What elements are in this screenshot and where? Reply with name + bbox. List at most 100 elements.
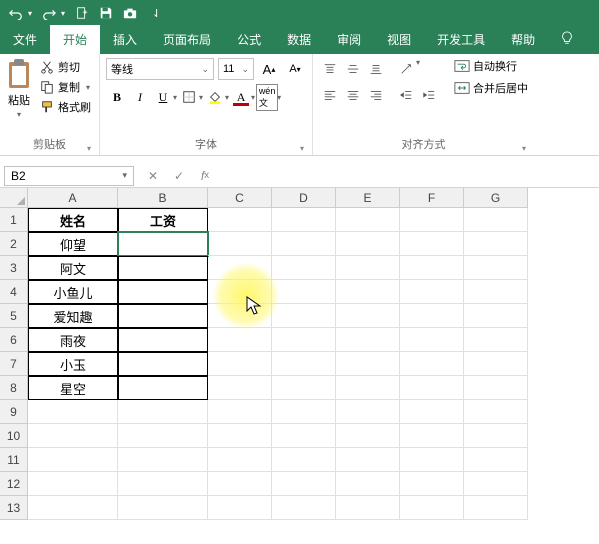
tab-view[interactable]: 视图 — [374, 25, 424, 54]
column-header[interactable]: E — [336, 188, 400, 208]
row-header[interactable]: 6 — [0, 328, 28, 352]
decrease-indent-icon[interactable] — [395, 84, 417, 106]
cell[interactable] — [464, 352, 528, 376]
paste-button[interactable]: 粘贴 ▾ — [6, 58, 32, 119]
tab-help[interactable]: 帮助 — [498, 25, 548, 54]
cell[interactable] — [28, 448, 118, 472]
cell[interactable] — [208, 232, 272, 256]
tab-home[interactable]: 开始 — [50, 25, 100, 54]
formula-input[interactable] — [218, 166, 599, 186]
cell[interactable] — [118, 232, 208, 256]
save-icon[interactable] — [95, 2, 117, 24]
cell[interactable] — [208, 208, 272, 232]
cell[interactable] — [118, 328, 208, 352]
grow-font-icon[interactable]: A▴ — [258, 58, 280, 80]
phonetic-button[interactable]: wén 文 — [256, 86, 278, 108]
align-middle-icon[interactable] — [342, 58, 364, 80]
cell[interactable] — [464, 328, 528, 352]
column-header[interactable]: C — [208, 188, 272, 208]
underline-button[interactable]: U — [152, 86, 174, 108]
cell[interactable] — [272, 208, 336, 232]
tell-me-icon[interactable] — [552, 27, 582, 54]
cell[interactable] — [208, 448, 272, 472]
cell[interactable] — [400, 376, 464, 400]
row-header[interactable]: 12 — [0, 472, 28, 496]
cell[interactable] — [400, 208, 464, 232]
tab-dev[interactable]: 开发工具 — [424, 25, 498, 54]
font-size-combo[interactable]: 11⌄ — [218, 58, 254, 80]
undo-icon[interactable] — [5, 2, 27, 24]
orientation-icon[interactable] — [395, 58, 417, 80]
cell[interactable] — [336, 328, 400, 352]
cut-button[interactable]: 剪切 — [38, 58, 93, 76]
cell[interactable] — [208, 376, 272, 400]
cell[interactable] — [464, 448, 528, 472]
cell[interactable] — [208, 424, 272, 448]
wrap-text-button[interactable]: 自动换行 — [454, 58, 528, 74]
cell[interactable] — [28, 496, 118, 520]
cell[interactable] — [336, 256, 400, 280]
qat-overflow-icon[interactable]: ⇃ — [152, 7, 161, 20]
italic-button[interactable]: I — [129, 86, 151, 108]
cell[interactable] — [336, 424, 400, 448]
cell[interactable] — [272, 328, 336, 352]
tab-data[interactable]: 数据 — [274, 25, 324, 54]
cell[interactable] — [118, 376, 208, 400]
row-header[interactable]: 13 — [0, 496, 28, 520]
name-box[interactable]: B2▾ — [4, 166, 134, 186]
cell[interactable] — [400, 352, 464, 376]
border-button[interactable] — [178, 86, 200, 108]
cell[interactable] — [272, 496, 336, 520]
dropdown-icon[interactable]: ▾ — [225, 93, 229, 102]
cell[interactable] — [28, 400, 118, 424]
cell[interactable] — [464, 424, 528, 448]
tab-insert[interactable]: 插入 — [100, 25, 150, 54]
dropdown-icon[interactable]: ▾ — [61, 9, 65, 18]
format-painter-button[interactable]: 格式刷 — [38, 98, 93, 116]
row-header[interactable]: 7 — [0, 352, 28, 376]
cell[interactable] — [336, 208, 400, 232]
row-header[interactable]: 11 — [0, 448, 28, 472]
align-bottom-icon[interactable] — [365, 58, 387, 80]
cell[interactable] — [118, 304, 208, 328]
column-header[interactable]: G — [464, 188, 528, 208]
cell[interactable] — [464, 208, 528, 232]
column-header[interactable]: A — [28, 188, 118, 208]
cell[interactable] — [118, 400, 208, 424]
font-color-button[interactable]: A — [230, 86, 252, 108]
cell[interactable]: 雨夜 — [28, 328, 118, 352]
cell[interactable] — [272, 352, 336, 376]
tab-file[interactable]: 文件 — [0, 25, 50, 54]
cell[interactable] — [336, 352, 400, 376]
column-header[interactable]: F — [400, 188, 464, 208]
cell[interactable] — [464, 376, 528, 400]
align-right-icon[interactable] — [365, 84, 387, 106]
cell[interactable] — [118, 352, 208, 376]
cell[interactable] — [208, 472, 272, 496]
bold-button[interactable]: B — [106, 86, 128, 108]
cell[interactable] — [118, 448, 208, 472]
cell[interactable] — [464, 232, 528, 256]
row-header[interactable]: 5 — [0, 304, 28, 328]
copy-button[interactable]: 复制▾ — [38, 78, 93, 96]
column-header[interactable]: D — [272, 188, 336, 208]
align-left-icon[interactable] — [319, 84, 341, 106]
column-header[interactable]: B — [118, 188, 208, 208]
cell[interactable] — [336, 232, 400, 256]
cell[interactable]: 仰望 — [28, 232, 118, 256]
dropdown-icon[interactable]: ▾ — [277, 93, 281, 102]
cell[interactable] — [272, 280, 336, 304]
cell[interactable]: 爱知趣 — [28, 304, 118, 328]
cell[interactable] — [272, 472, 336, 496]
cell[interactable] — [336, 280, 400, 304]
cell[interactable] — [272, 448, 336, 472]
row-header[interactable]: 1 — [0, 208, 28, 232]
select-all-corner[interactable] — [0, 188, 28, 208]
cell[interactable] — [336, 472, 400, 496]
cell[interactable] — [400, 328, 464, 352]
cell[interactable] — [272, 304, 336, 328]
cell[interactable]: 星空 — [28, 376, 118, 400]
cell[interactable] — [118, 472, 208, 496]
cell[interactable] — [464, 256, 528, 280]
cell[interactable] — [208, 352, 272, 376]
